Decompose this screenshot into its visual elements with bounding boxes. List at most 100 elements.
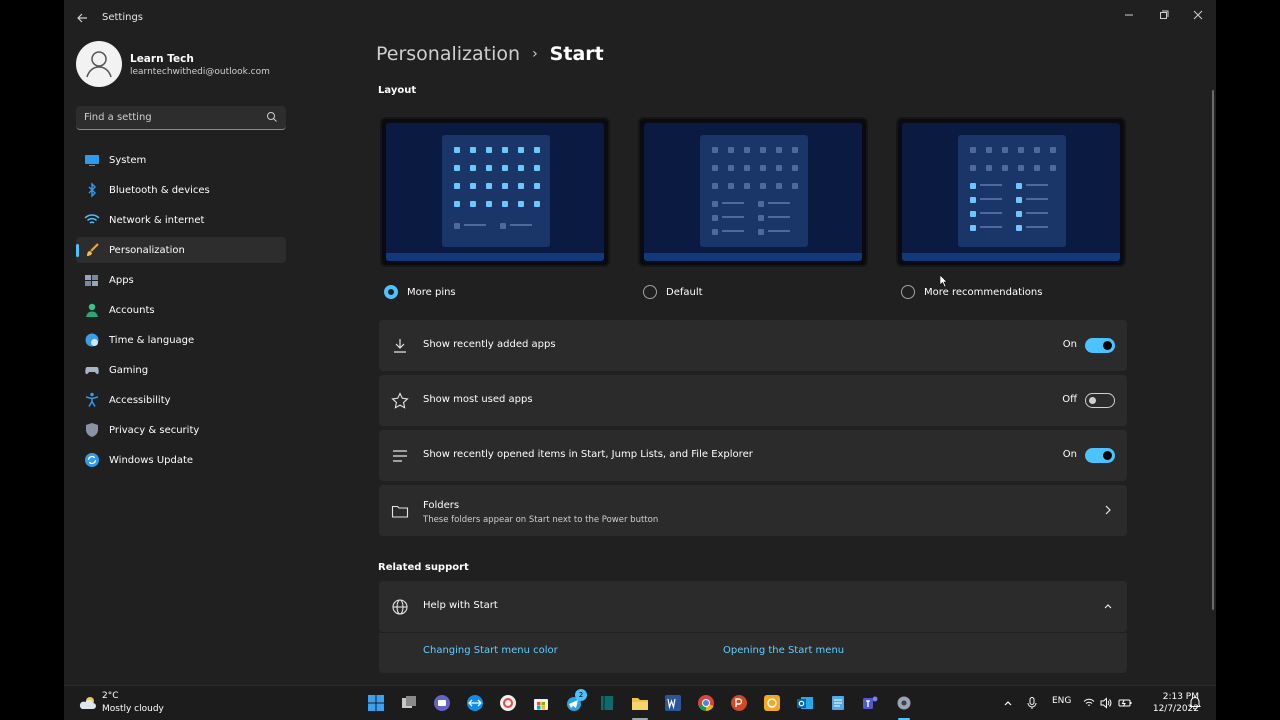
brush-icon — [87, 243, 99, 256]
chrome-icon[interactable] — [697, 694, 715, 712]
sidebar-item-time-language[interactable]: Time & language — [76, 327, 286, 353]
sidebar-item-personalization[interactable]: Personalization — [76, 237, 286, 263]
close-button[interactable] — [1181, 4, 1215, 26]
minimize-icon — [1125, 14, 1133, 16]
related-support-label: Related support — [378, 562, 469, 573]
layout-option-more-recommendations[interactable]: More recommendations — [901, 285, 1042, 299]
window-title: Settings — [102, 12, 144, 23]
sidebar-item-windows-update[interactable]: Windows Update — [76, 447, 286, 473]
sidebar-item-bluetooth[interactable]: Bluetooth & devices — [76, 177, 286, 203]
weather-temperature[interactable]: 2°C — [102, 691, 119, 701]
outlook-icon[interactable] — [796, 694, 814, 712]
sidebar-item-network[interactable]: Network & internet — [76, 207, 286, 233]
settings-window: Settings Learn Tech learntechwithedi@out… — [64, 0, 1216, 685]
task-view-icon[interactable] — [400, 694, 418, 712]
wifi-icon — [84, 214, 100, 224]
globe-clock-icon — [85, 333, 99, 347]
setting-label: Show most used apps — [423, 394, 533, 405]
star-icon — [391, 392, 409, 409]
toggle-state-text: On — [1062, 449, 1077, 460]
back-arrow-icon — [77, 13, 87, 23]
app-search-icon[interactable] — [499, 694, 517, 712]
list-icon — [393, 450, 407, 462]
teams-chat-icon[interactable] — [433, 694, 451, 712]
sidebar-item-label: Windows Update — [109, 454, 194, 466]
minimize-button[interactable] — [1112, 4, 1146, 26]
layout-option-more-pins[interactable]: More pins — [384, 285, 456, 299]
gamepad-icon — [85, 367, 99, 375]
powerpoint-icon[interactable] — [730, 694, 748, 712]
volume-icon[interactable] — [1100, 697, 1112, 709]
notepad-icon[interactable] — [829, 694, 847, 712]
setting-folders[interactable]: Folders These folders appear on Start ne… — [379, 485, 1127, 536]
search-input[interactable] — [84, 106, 259, 129]
setting-recently-added-apps: Show recently added apps On — [379, 320, 1127, 371]
sidebar-item-accessibility[interactable]: Accessibility — [76, 387, 286, 413]
weather-description[interactable]: Mostly cloudy — [102, 704, 164, 714]
radio-button-more-recommendations[interactable] — [901, 285, 915, 299]
setting-most-used-apps: Show most used apps Off — [379, 375, 1127, 426]
windows-start-icon[interactable] — [367, 694, 385, 712]
folders-description: These folders appear on Start next to th… — [423, 515, 659, 525]
layout-option-default[interactable]: Default — [643, 285, 703, 299]
word-icon[interactable] — [664, 694, 682, 712]
update-icon — [85, 453, 99, 467]
user-profile[interactable]: Learn Tech learntechwithedi@outlook.com — [76, 41, 336, 89]
layout-preview-default[interactable] — [638, 117, 868, 267]
sidebar-item-privacy-security[interactable]: Privacy & security — [76, 417, 286, 443]
layout-section-label: Layout — [378, 85, 417, 96]
sidebar-item-label: Personalization — [109, 244, 185, 256]
sidebar-item-label: Network & internet — [109, 214, 205, 226]
file-explorer-icon[interactable] — [631, 694, 649, 712]
layout-preview-more-pins[interactable] — [380, 117, 610, 267]
link-opening-start-menu[interactable]: Opening the Start menu — [723, 645, 844, 656]
sidebar-item-accounts[interactable]: Accounts — [76, 297, 286, 323]
sidebar-item-system[interactable]: System — [76, 147, 286, 173]
chevron-up-icon — [1104, 604, 1112, 609]
radio-label: More recommendations — [924, 286, 1043, 298]
back-button[interactable] — [72, 8, 92, 28]
wifi-icon[interactable] — [1083, 697, 1095, 709]
breadcrumb-parent[interactable]: Personalization — [376, 43, 520, 65]
bluetooth-icon — [88, 182, 96, 198]
notification-bell-icon[interactable] — [1189, 696, 1201, 709]
radio-label: More pins — [407, 286, 456, 298]
restore-button[interactable] — [1147, 4, 1181, 26]
teamviewer-icon[interactable] — [466, 694, 484, 712]
breadcrumb-separator: › — [532, 46, 538, 62]
link-changing-start-menu-color[interactable]: Changing Start menu color — [423, 645, 558, 656]
most-used-apps-toggle[interactable] — [1085, 393, 1115, 408]
radio-button-default[interactable] — [643, 285, 657, 299]
title-bar: Settings — [64, 0, 1216, 36]
sidebar-item-label: Gaming — [109, 364, 149, 376]
search-box[interactable] — [76, 106, 286, 130]
help-with-start-header[interactable]: Help with Start — [379, 581, 1127, 632]
monitor-icon — [85, 155, 99, 166]
sidebar-item-label: Accessibility — [109, 394, 171, 406]
sidebar-item-gaming[interactable]: Gaming — [76, 357, 286, 383]
scrollbar[interactable] — [1212, 90, 1214, 610]
app-book-icon[interactable] — [598, 694, 616, 712]
sidebar-item-label: Bluetooth & devices — [109, 184, 210, 196]
microphone-icon[interactable] — [1027, 697, 1037, 709]
layout-preview-more-recommendations[interactable] — [896, 117, 1126, 267]
settings-gear-icon[interactable] — [895, 694, 913, 712]
sidebar-item-label: System — [109, 154, 147, 166]
sidebar-item-label: Apps — [109, 274, 134, 286]
setting-label: Show recently added apps — [423, 339, 556, 350]
close-icon — [1193, 10, 1203, 20]
app-orange-icon[interactable] — [763, 694, 781, 712]
language-indicator[interactable]: ENG — [1052, 696, 1071, 706]
chevron-up-icon[interactable] — [1003, 698, 1013, 708]
help-with-start-label: Help with Start — [423, 600, 498, 611]
microsoft-store-icon[interactable] — [532, 694, 550, 712]
sidebar-item-apps[interactable]: Apps — [76, 267, 286, 293]
recently-opened-items-toggle[interactable] — [1085, 448, 1115, 463]
taskbar: 2°C Mostly cloudy 2 ENG 2:13 PM 12/7/202… — [64, 685, 1216, 720]
accessibility-icon — [85, 392, 99, 407]
recently-added-apps-toggle[interactable] — [1085, 338, 1115, 353]
toggle-state-text: Off — [1062, 394, 1077, 405]
radio-button-more-pins[interactable] — [384, 285, 398, 299]
teams-icon[interactable] — [862, 694, 880, 712]
battery-icon[interactable] — [1118, 697, 1132, 709]
